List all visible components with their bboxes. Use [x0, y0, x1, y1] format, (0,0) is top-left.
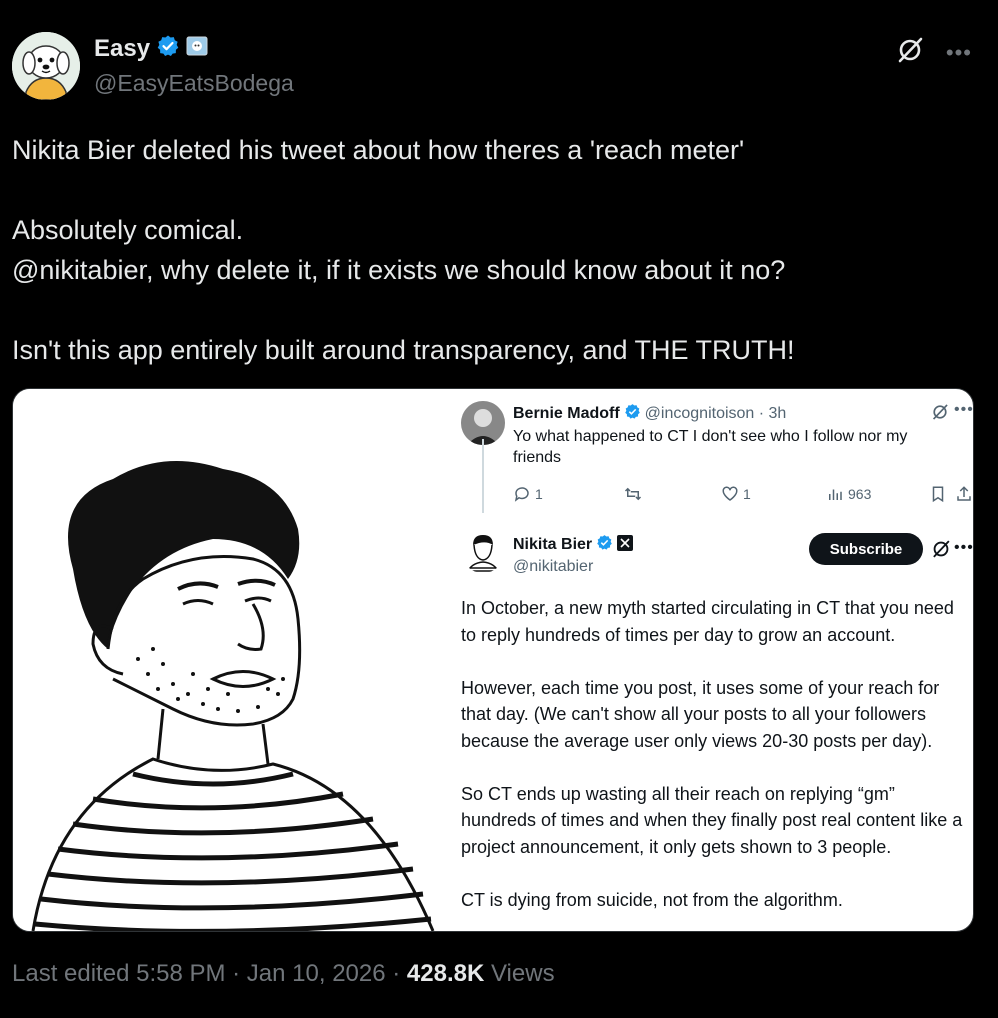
- post-meta: Last edited 5:58 PM · Jan 10, 2026 · 428…: [12, 960, 555, 988]
- reply-author-name[interactable]: Bernie Madoff: [513, 405, 620, 423]
- repost-icon: [624, 487, 642, 501]
- like-count: 1: [743, 486, 751, 502]
- grok-icon[interactable]: [931, 539, 951, 564]
- post-media-image[interactable]: Bernie Madoff @incognitoison · 3h ••• Yo…: [12, 388, 974, 932]
- reply-icon: [514, 487, 529, 502]
- views-count-total: 428.8K: [406, 960, 485, 987]
- quoted-post-text: In October, a new myth started circulati…: [461, 598, 963, 910]
- like-button[interactable]: 1: [721, 485, 751, 503]
- reply-author-handle[interactable]: @incognitoison · 3h: [645, 405, 787, 423]
- author-avatar[interactable]: [12, 32, 80, 100]
- x-logo-icon: [617, 534, 634, 556]
- share-icon[interactable]: [955, 485, 973, 508]
- views-icon: [829, 489, 842, 500]
- grok-icon[interactable]: [896, 36, 924, 69]
- more-icon[interactable]: •••: [954, 401, 973, 419]
- views-button[interactable]: 963: [826, 485, 871, 503]
- verified-badge-icon: [624, 403, 641, 425]
- subscribe-button[interactable]: Subscribe: [809, 533, 923, 565]
- post-top-actions: •••: [896, 36, 972, 69]
- thread-line: [482, 439, 484, 513]
- quoted-author-handle[interactable]: @nikitabier: [513, 556, 593, 577]
- verified-badge-icon[interactable]: [156, 34, 180, 63]
- quoted-thread: Bernie Madoff @incognitoison · 3h ••• Yo…: [443, 389, 973, 931]
- quoted-author-row: Nikita Bier: [513, 534, 634, 556]
- views-label: Views: [484, 960, 555, 987]
- quoted-author-name[interactable]: Nikita Bier: [513, 536, 592, 554]
- like-icon: [722, 486, 738, 501]
- views-count: 963: [848, 486, 872, 502]
- author-name-row: Easy: [94, 34, 208, 63]
- more-icon[interactable]: •••: [946, 41, 972, 63]
- reply-author-row: Bernie Madoff @incognitoison · 3h: [513, 403, 786, 425]
- repost-button[interactable]: [623, 485, 643, 503]
- sketch-portrait: [13, 389, 443, 931]
- quoted-author-avatar[interactable]: [461, 529, 505, 573]
- reply-count: 1: [535, 486, 543, 502]
- reply-button[interactable]: 1: [513, 485, 543, 503]
- affiliate-badge-icon[interactable]: [186, 35, 208, 62]
- author-handle[interactable]: @EasyEatsBodega: [94, 70, 294, 97]
- edited-timestamp[interactable]: Last edited 5:58 PM · Jan 10, 2026 ·: [12, 960, 407, 987]
- reply-text: Yo what happened to CT I don't see who I…: [513, 428, 908, 466]
- bookmark-icon[interactable]: [929, 485, 947, 508]
- grok-icon[interactable]: [931, 403, 949, 426]
- verified-badge-icon: [596, 534, 613, 556]
- more-icon[interactable]: •••: [954, 539, 973, 557]
- post-text: Nikita Bier deleted his tweet about how …: [12, 135, 795, 365]
- author-display-name[interactable]: Easy: [94, 35, 150, 63]
